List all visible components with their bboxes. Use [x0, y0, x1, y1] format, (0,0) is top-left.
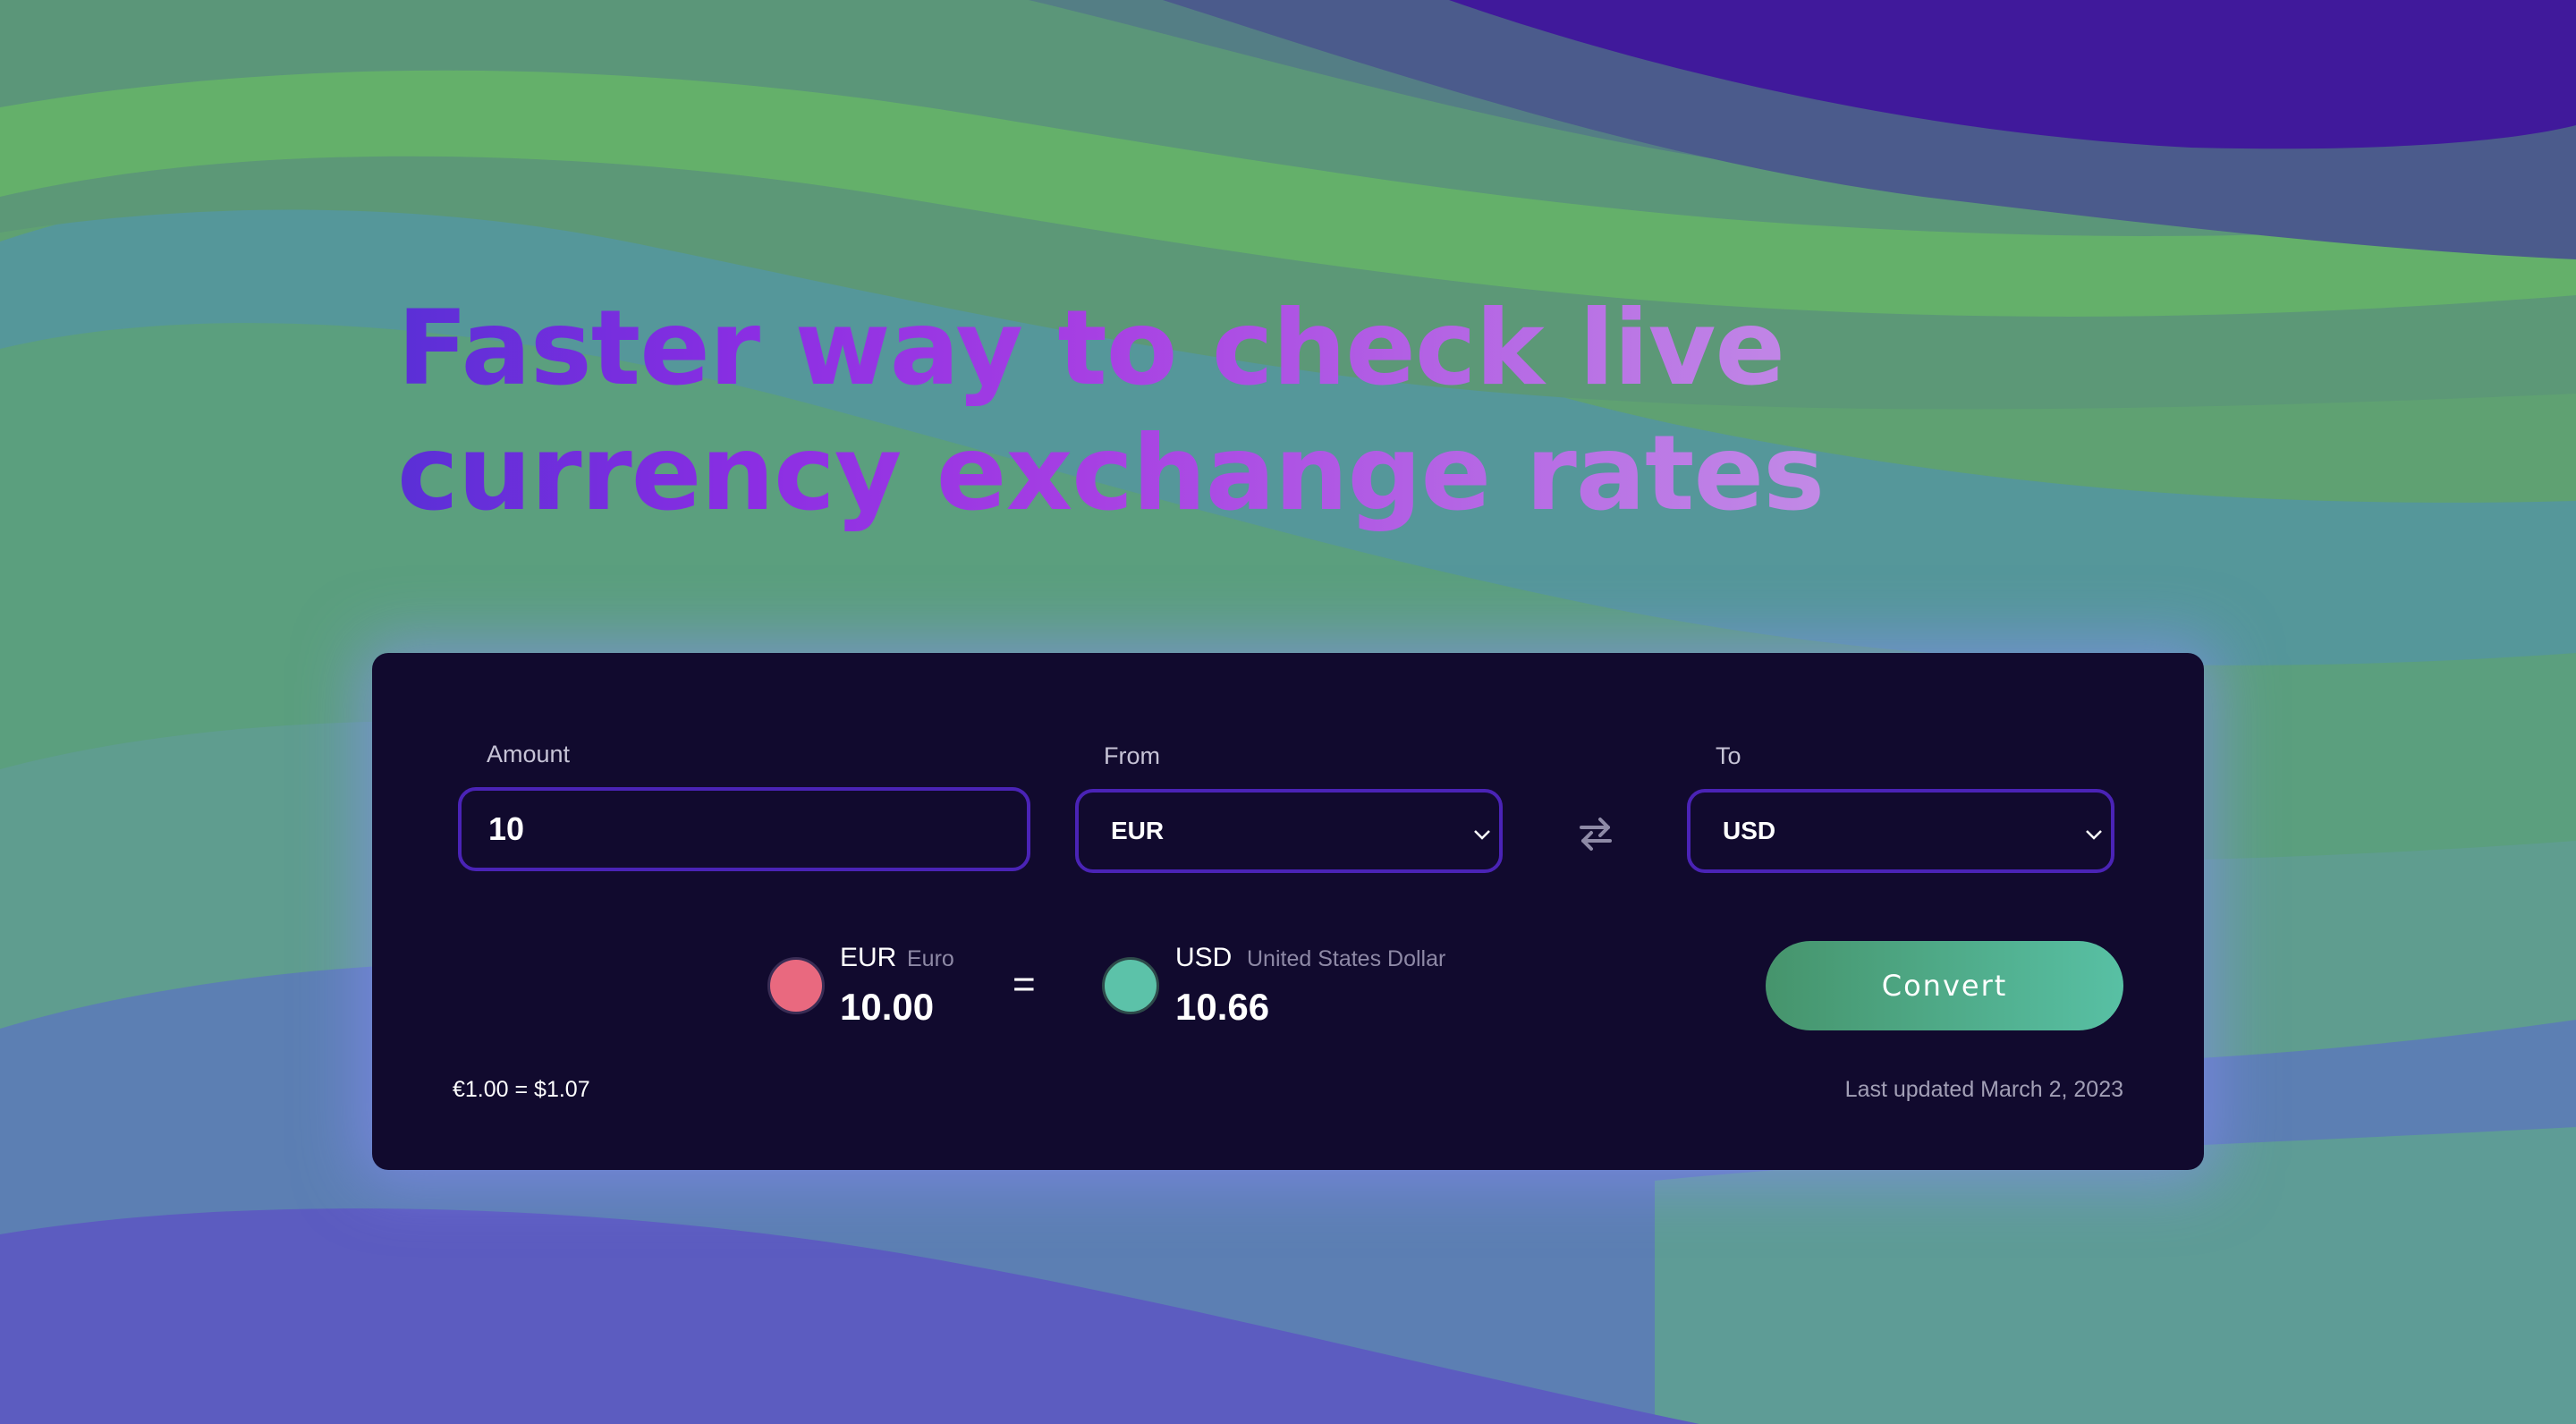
chevron-down-icon — [1474, 830, 1490, 840]
convert-button[interactable]: Convert — [1766, 941, 2123, 1030]
converter-card: Amount 10 From EUR To USD EUR Euro 10.00… — [372, 653, 2204, 1170]
to-currency-name: United States Dollar — [1247, 946, 1446, 971]
from-currency-code: EUR — [840, 943, 897, 972]
to-currency-select[interactable]: USD — [1687, 789, 2114, 873]
to-currency-dot — [1102, 957, 1159, 1014]
from-currency-select[interactable]: EUR — [1075, 789, 1503, 873]
from-currency-name: Euro — [907, 946, 954, 971]
amount-value: 10 — [488, 810, 525, 847]
to-amount: 10.66 — [1175, 986, 1270, 1028]
amount-input[interactable]: 10 — [458, 787, 1030, 871]
headline-line-1: Faster way to check live — [397, 288, 1785, 409]
page: Faster way to check live currency exchan… — [0, 0, 2576, 1424]
equals-sign: = — [1013, 962, 1036, 1006]
from-currency-dot — [767, 957, 825, 1014]
swap-arrows-icon[interactable] — [1576, 814, 1615, 853]
from-amount: 10.00 — [840, 986, 935, 1028]
to-currency-code: USD — [1175, 943, 1233, 972]
from-label: From — [1104, 742, 1160, 769]
chevron-down-icon — [2086, 830, 2102, 840]
headline-line-2: currency exchange rates — [397, 413, 1825, 534]
from-selected-value: EUR — [1111, 817, 1165, 844]
to-selected-value: USD — [1723, 817, 1776, 844]
last-updated-text: Last updated March 2, 2023 — [1844, 1077, 2123, 1102]
hero-headline: Faster way to check live currency exchan… — [397, 286, 1824, 537]
to-label: To — [1716, 742, 1741, 769]
amount-label: Amount — [487, 741, 571, 767]
exchange-rate-text: €1.00 = $1.07 — [453, 1077, 590, 1102]
